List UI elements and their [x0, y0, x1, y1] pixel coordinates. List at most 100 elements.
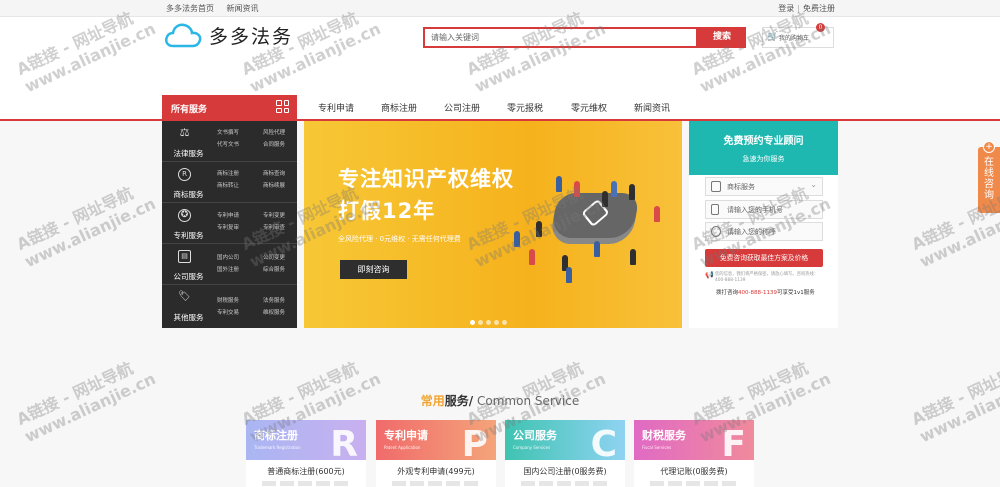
user-icon — [711, 226, 721, 237]
hotline-prefix: 拨打咨询 — [716, 290, 739, 296]
nav-item-patent[interactable]: 专利申请 — [318, 101, 354, 114]
form-subtitle: 急速为你服务 — [742, 155, 785, 163]
carousel-dot[interactable] — [502, 320, 507, 325]
sub-link[interactable]: 商标转让 — [217, 181, 239, 189]
nav-item-tax[interactable]: 零元报税 — [507, 101, 543, 114]
hero-banner[interactable]: 专注知识产权维权 打假12年 全风险代理 · 0元维权 · 无需任何代理费 即刻… — [304, 121, 682, 328]
person-figure — [556, 176, 562, 192]
nav-item-rights[interactable]: 零元维权 — [571, 101, 607, 114]
service-card-trademark[interactable]: 商标注册 Trademark Registration R 普通商标注册(600… — [246, 420, 366, 487]
news-link[interactable]: 新闻资讯 — [227, 4, 259, 13]
service-card-patent[interactable]: 专利申请 Patent Application P 外观专利申请(499元) — [376, 420, 496, 487]
sub-link[interactable]: 专利变更 — [263, 211, 285, 219]
online-consult-tab[interactable]: + 在线咨询 — [978, 141, 1000, 213]
card-title: 财税服务 — [642, 429, 686, 442]
person-figure — [630, 249, 636, 265]
category-trademark[interactable]: R 商标服务 商标注册 商标查询 商标转让 商标续展 — [162, 162, 297, 203]
section-title: 常用服务/ Common Service — [0, 392, 1000, 409]
person-figure — [654, 206, 660, 222]
carousel-dot[interactable] — [486, 320, 491, 325]
service-card-company[interactable]: 公司服务 Company Services C 国内公司注册(0服务费) — [505, 420, 625, 487]
category-legal[interactable]: ⚖ 法律服务 文书撰写 风险代理 代写文书 合同服务 — [162, 121, 297, 162]
scales-icon: ⚖ — [179, 126, 190, 139]
sub-link[interactable]: 综合服务 — [263, 265, 285, 273]
sub-link[interactable]: 专利复审 — [217, 223, 239, 231]
privacy-note: 📢 您的信息，我们将严格保密，请放心填写。咨询热线：400-888-1139 — [705, 272, 825, 284]
person-figure — [594, 241, 600, 257]
card-letter: P — [461, 424, 488, 465]
card-header: 商标注册 Trademark Registration R — [246, 420, 366, 465]
privacy-note-text: 您的信息，我们将严格保密，请放心填写。咨询热线：400-888-1139 — [715, 272, 819, 283]
carousel-dot[interactable] — [494, 320, 499, 325]
all-services-button[interactable]: 所有服务 — [162, 95, 297, 121]
cloud-logo-icon[interactable] — [164, 22, 202, 48]
category-name: 其他服务 — [173, 313, 204, 322]
carousel-dots — [470, 310, 510, 325]
top-bar: 多多法务首页 新闻资讯 登录 | 免费注册 — [0, 0, 1000, 17]
sub-link[interactable]: 专利交易 — [217, 308, 239, 316]
nav-item-news[interactable]: 新闻资讯 — [634, 101, 670, 114]
card-english: Trademark Registration — [254, 445, 301, 450]
card-price[interactable]: 普通商标注册(600元) — [246, 466, 366, 477]
cart-icon: 🛒 — [767, 32, 779, 42]
cart-button[interactable]: 🛒 我的购物车 0 — [762, 23, 834, 48]
nav-item-company[interactable]: 公司注册 — [444, 101, 480, 114]
category-patent[interactable]: ✪ 专利服务 专利申请 专利变更 专利复审 专利审查 — [162, 203, 297, 244]
nav-item-trademark[interactable]: 商标注册 — [381, 101, 417, 114]
register-link[interactable]: 免费注册 — [803, 4, 835, 13]
service-select[interactable]: 商标服务 ⌄ — [705, 177, 823, 196]
hotline-suffix: 可享受1v1服务 — [776, 290, 815, 296]
login-link[interactable]: 登录 — [778, 4, 794, 13]
card-price[interactable]: 外观专利申请(499元) — [376, 466, 496, 477]
home-link[interactable]: 多多法务首页 — [166, 4, 214, 13]
sub-link[interactable]: 商标续展 — [263, 181, 285, 189]
registered-icon: R — [178, 168, 191, 181]
service-select-value: 商标服务 — [727, 183, 755, 191]
card-placeholder-line — [521, 481, 609, 486]
service-card-fiscal[interactable]: 财税服务 Fiscal Services F 代理记账(0服务费) — [634, 420, 754, 487]
main-nav — [0, 93, 1000, 121]
sub-link[interactable]: 国外注册 — [217, 265, 239, 273]
cart-label: 我的购物车 — [779, 35, 810, 42]
sub-link[interactable]: 维权服务 — [263, 308, 285, 316]
sub-link[interactable]: 财税服务 — [217, 296, 239, 304]
watermark-line: www.alianjie.cn — [21, 193, 159, 272]
sub-link[interactable]: 代写文书 — [217, 140, 239, 148]
tag-icon: 🏷 — [178, 291, 191, 302]
sub-link[interactable]: 法务服务 — [263, 296, 285, 304]
sub-link[interactable]: 专利审查 — [263, 223, 285, 231]
sub-link[interactable]: 国内公司 — [217, 253, 239, 261]
cart-count-badge: 0 — [816, 23, 825, 32]
site-logo-text[interactable]: 多多法务 — [209, 22, 293, 49]
card-letter: F — [721, 424, 746, 465]
carousel-dot[interactable] — [478, 320, 483, 325]
category-sidebar: ⚖ 法律服务 文书撰写 风险代理 代写文书 合同服务 R 商标服务 商标注册 商… — [162, 121, 297, 328]
card-header: 公司服务 Company Services C — [505, 420, 625, 465]
category-company[interactable]: ▤ 公司服务 国内公司 公司变更 国外注册 综合服务 — [162, 244, 297, 285]
sub-link[interactable]: 合同服务 — [263, 140, 285, 148]
account-links: 登录 | 免费注册 — [778, 3, 835, 14]
card-price[interactable]: 代理记账(0服务费) — [634, 466, 754, 477]
megaphone-icon: 📢 — [705, 271, 714, 279]
title-highlight: 常用 — [420, 394, 445, 408]
sub-link[interactable]: 公司变更 — [263, 253, 285, 261]
search-input[interactable]: 请输入关键词 — [423, 27, 698, 48]
category-other[interactable]: 🏷 其他服务 财税服务 法务服务 专利交易 维权服务 — [162, 285, 297, 326]
phone-field[interactable]: 请输入您的手机号 — [705, 200, 823, 219]
sub-link[interactable]: 风险代理 — [263, 128, 285, 136]
sub-link[interactable]: 专利申请 — [217, 211, 239, 219]
sub-link[interactable]: 商标注册 — [217, 169, 239, 177]
consult-now-button[interactable]: 即刻咨询 — [340, 260, 407, 279]
sub-link[interactable]: 商标查询 — [263, 169, 285, 177]
grid-menu-icon — [276, 100, 289, 113]
carousel-dot[interactable] — [470, 320, 475, 325]
hotline: 拨打咨询400-888-1139可享受1v1服务 — [716, 288, 815, 296]
phone-icon — [711, 204, 719, 215]
search-button[interactable]: 搜索 — [698, 27, 746, 48]
sub-link[interactable]: 文书撰写 — [217, 128, 239, 136]
banner-headline-2: 打假12年 — [338, 199, 436, 223]
submit-consult-button[interactable]: 免费咨询获取最佳方案及价格 — [705, 249, 823, 267]
card-price[interactable]: 国内公司注册(0服务费) — [505, 466, 625, 477]
hotline-number[interactable]: 400-888-1139 — [738, 290, 777, 296]
name-field[interactable]: 请输入您的称呼 — [705, 222, 823, 241]
